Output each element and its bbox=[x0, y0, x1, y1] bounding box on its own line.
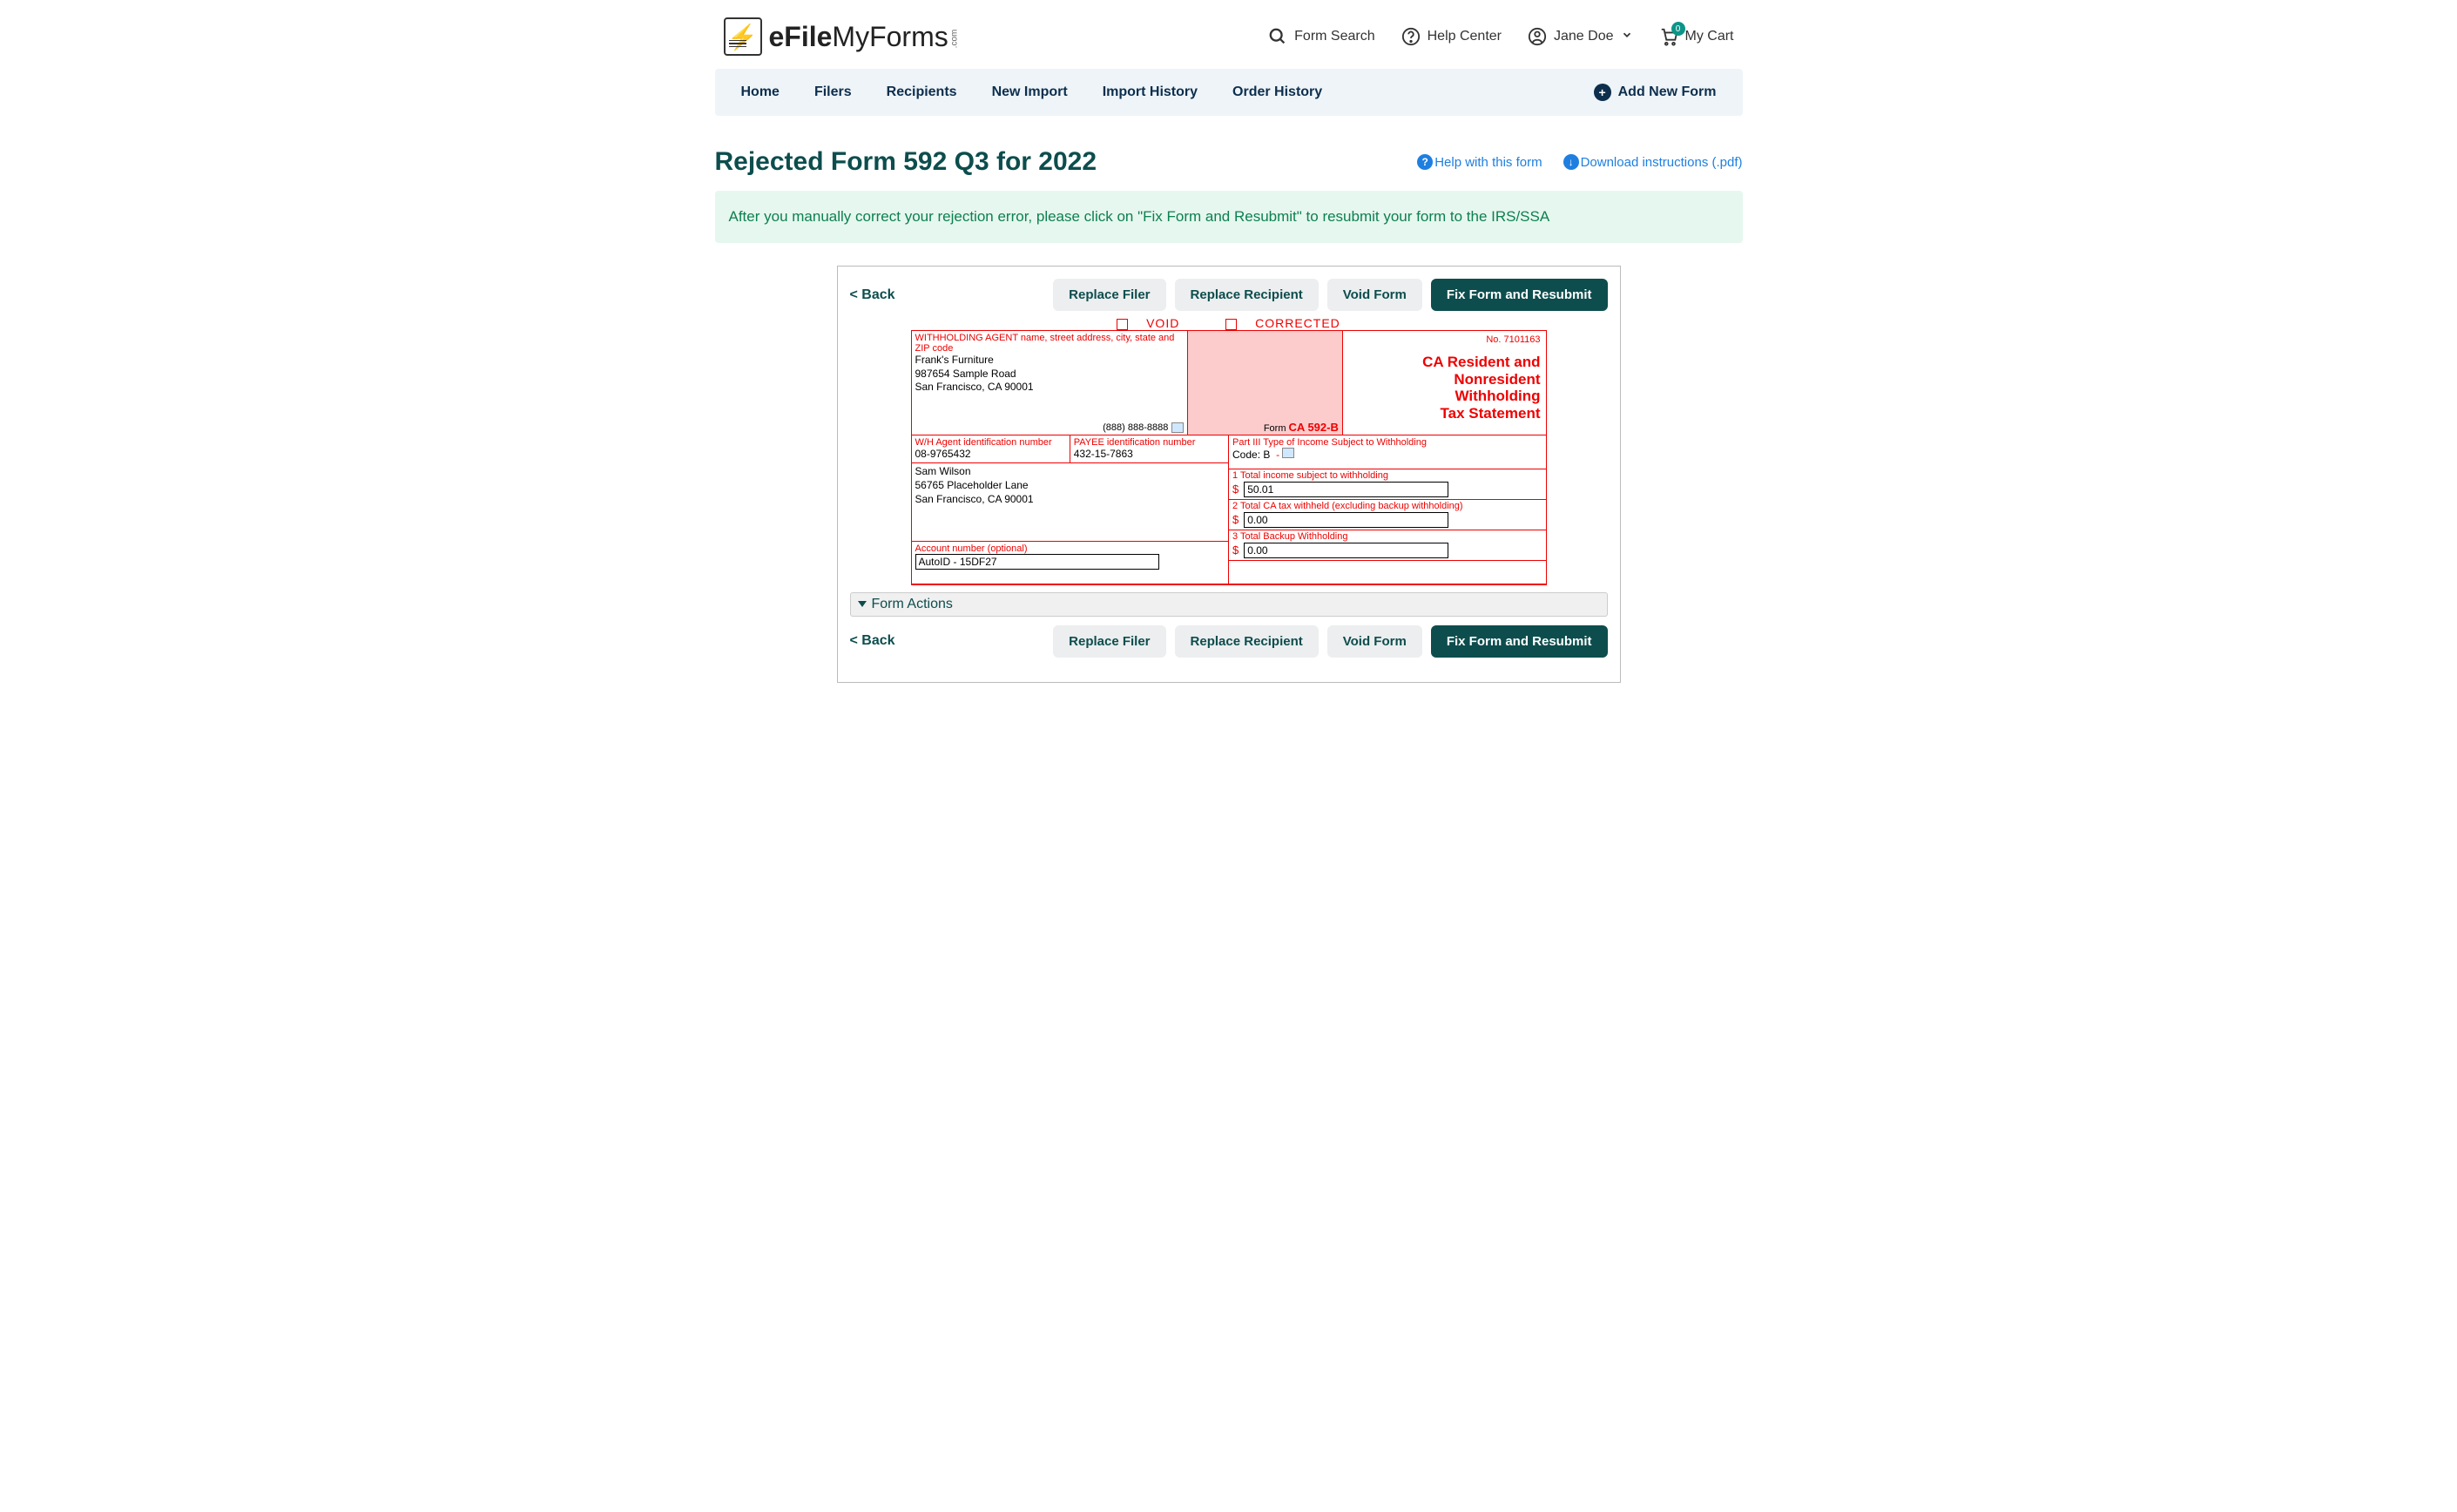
part3-box: Part III Type of Income Subject to Withh… bbox=[1229, 435, 1546, 469]
replace-filer-button[interactable]: Replace Filer bbox=[1053, 279, 1165, 311]
account-number-input[interactable] bbox=[915, 554, 1159, 570]
amount-3-box: 3 Total Backup Withholding $ bbox=[1229, 530, 1546, 561]
form-id-row: Form CA 592-B bbox=[1264, 421, 1339, 434]
cart-link[interactable]: 0 My Cart bbox=[1659, 27, 1734, 46]
form-search-link[interactable]: Form Search bbox=[1268, 27, 1374, 46]
info-alert: After you manually correct your rejectio… bbox=[715, 191, 1743, 243]
amount-2-input[interactable] bbox=[1244, 512, 1448, 528]
download-icon: ↓ bbox=[1563, 154, 1579, 170]
amount-1-box: 1 Total income subject to withholding $ bbox=[1229, 469, 1546, 500]
form-actions-toggle[interactable]: Form Actions bbox=[850, 592, 1608, 617]
tax-form: VOID CORRECTED WITHHOLDING AGENT name, s… bbox=[911, 316, 1547, 585]
question-circle-icon: ? bbox=[1417, 154, 1433, 170]
payee-street: 56765 Placeholder Lane bbox=[915, 479, 1225, 493]
logo[interactable]: ⚡ eFileMyForms.com bbox=[724, 17, 968, 56]
logo-text: eFileMyForms bbox=[769, 21, 948, 52]
agent-street: 987654 Sample Road bbox=[915, 368, 1185, 381]
download-instructions-link[interactable]: ↓ Download instructions (.pdf) bbox=[1563, 154, 1743, 170]
add-new-form-button[interactable]: + Add New Form bbox=[1594, 84, 1717, 101]
part3-code-row: Code: B - bbox=[1232, 448, 1542, 462]
fix-form-resubmit-button[interactable]: Fix Form and Resubmit bbox=[1431, 279, 1608, 311]
button-group-top: Replace Filer Replace Recipient Void For… bbox=[1053, 279, 1607, 311]
replace-recipient-button[interactable]: Replace Recipient bbox=[1175, 279, 1319, 311]
nav-filers[interactable]: Filers bbox=[814, 69, 852, 116]
agent-name: Frank's Furniture bbox=[915, 354, 1185, 368]
back-link-bottom[interactable]: < Back bbox=[850, 633, 895, 649]
form-actions-label: Form Actions bbox=[872, 597, 953, 612]
form-number: No. 7101163 bbox=[1348, 334, 1541, 345]
edit-icon[interactable] bbox=[1282, 448, 1294, 458]
agent-phone-row: (888) 888-8888 bbox=[1103, 422, 1184, 433]
chevron-down-icon bbox=[1621, 29, 1633, 45]
nav-import-history[interactable]: Import History bbox=[1103, 69, 1198, 116]
help-with-form-link[interactable]: ? Help with this form bbox=[1417, 154, 1542, 170]
withholding-agent-box: WITHHOLDING AGENT name, street address, … bbox=[912, 331, 1189, 435]
nav-links: Home Filers Recipients New Import Import… bbox=[741, 69, 1323, 116]
amount-2-box: 2 Total CA tax withheld (excluding backu… bbox=[1229, 500, 1546, 530]
agent-citystate: San Francisco, CA 90001 bbox=[915, 381, 1185, 395]
button-group-bottom: Replace Filer Replace Recipient Void For… bbox=[1053, 625, 1607, 658]
title-row: Rejected Form 592 Q3 for 2022 ? Help wit… bbox=[715, 147, 1743, 177]
void-checkbox[interactable] bbox=[1117, 319, 1128, 330]
cart-icon: 0 bbox=[1659, 27, 1678, 46]
edit-icon[interactable] bbox=[1171, 422, 1184, 433]
replace-filer-button-bottom[interactable]: Replace Filer bbox=[1053, 625, 1165, 658]
user-icon bbox=[1528, 27, 1547, 46]
form-card: < Back Replace Filer Replace Recipient V… bbox=[837, 266, 1621, 683]
title-links: ? Help with this form ↓ Download instruc… bbox=[1417, 154, 1742, 170]
logo-icon: ⚡ bbox=[724, 17, 762, 56]
void-corrected-row: VOID CORRECTED bbox=[911, 316, 1547, 330]
question-icon bbox=[1401, 27, 1421, 46]
account-number-box: Account number (optional) bbox=[912, 542, 1229, 571]
payee-citystate: San Francisco, CA 90001 bbox=[915, 493, 1225, 507]
help-center-link[interactable]: Help Center bbox=[1401, 27, 1502, 46]
add-new-form-label: Add New Form bbox=[1618, 84, 1717, 100]
form-search-label: Form Search bbox=[1294, 29, 1374, 44]
nav-new-import[interactable]: New Import bbox=[992, 69, 1068, 116]
corrected-checkbox[interactable] bbox=[1225, 319, 1237, 330]
agent-phone: (888) 888-8888 bbox=[1103, 422, 1168, 433]
form-title: CA Resident and Nonresident Withholding … bbox=[1348, 354, 1541, 422]
page-title: Rejected Form 592 Q3 for 2022 bbox=[715, 147, 1097, 177]
void-form-button[interactable]: Void Form bbox=[1327, 279, 1422, 311]
cart-count-badge: 0 bbox=[1671, 22, 1685, 36]
part3-code-value: B bbox=[1263, 449, 1270, 461]
cart-label: My Cart bbox=[1685, 29, 1734, 44]
nav-order-history[interactable]: Order History bbox=[1232, 69, 1322, 116]
amount-1-input[interactable] bbox=[1244, 482, 1448, 497]
amount-3-input[interactable] bbox=[1244, 543, 1448, 558]
button-row-bottom: < Back Replace Filer Replace Recipient V… bbox=[850, 625, 1608, 658]
void-form-button-bottom[interactable]: Void Form bbox=[1327, 625, 1422, 658]
button-row-top: < Back Replace Filer Replace Recipient V… bbox=[850, 279, 1608, 311]
help-center-label: Help Center bbox=[1428, 29, 1502, 44]
caret-down-icon bbox=[858, 601, 867, 607]
payee-address-box: Sam Wilson 56765 Placeholder Lane San Fr… bbox=[912, 463, 1229, 542]
back-link-top[interactable]: < Back bbox=[850, 287, 895, 303]
agent-label: WITHHOLDING AGENT name, street address, … bbox=[915, 333, 1185, 354]
nav-recipients[interactable]: Recipients bbox=[887, 69, 957, 116]
wh-agent-id-cell: W/H Agent identification number 08-97654… bbox=[912, 435, 1070, 463]
header-actions: Form Search Help Center Jane Doe bbox=[1268, 27, 1733, 46]
form-title-box: No. 7101163 CA Resident and Nonresident … bbox=[1343, 331, 1546, 435]
payee-id-value: 432-15-7863 bbox=[1074, 448, 1225, 462]
user-menu[interactable]: Jane Doe bbox=[1528, 27, 1633, 46]
replace-recipient-button-bottom[interactable]: Replace Recipient bbox=[1175, 625, 1319, 658]
top-header: ⚡ eFileMyForms.com Form Search Help Cent… bbox=[715, 0, 1743, 69]
payee-name: Sam Wilson bbox=[915, 465, 1225, 479]
fix-form-resubmit-button-bottom[interactable]: Fix Form and Resubmit bbox=[1431, 625, 1608, 658]
payee-id-cell: PAYEE identification number 432-15-7863 bbox=[1070, 435, 1228, 463]
navbar: Home Filers Recipients New Import Import… bbox=[715, 69, 1743, 116]
user-name: Jane Doe bbox=[1554, 29, 1614, 44]
pink-box: Form CA 592-B bbox=[1188, 331, 1343, 435]
nav-home[interactable]: Home bbox=[741, 69, 780, 116]
plus-icon: + bbox=[1594, 84, 1611, 101]
wh-agent-id-value: 08-9765432 bbox=[915, 448, 1066, 462]
search-icon bbox=[1268, 27, 1287, 46]
